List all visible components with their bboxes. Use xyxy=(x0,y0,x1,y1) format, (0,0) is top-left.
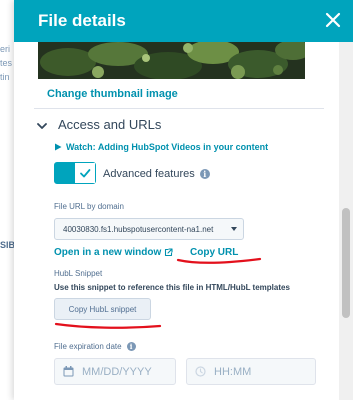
expiration-time-input[interactable]: HH:MM xyxy=(186,358,316,385)
expiration-label-text: File expiration date xyxy=(54,342,122,351)
info-icon[interactable]: i xyxy=(126,342,136,351)
background-text: SIB xyxy=(0,240,14,250)
advanced-features-text: Advanced features xyxy=(103,168,195,180)
time-placeholder: HH:MM xyxy=(214,365,252,378)
red-annotation-underline xyxy=(176,257,262,264)
close-icon[interactable] xyxy=(321,8,345,32)
section-heading: Access and URLs xyxy=(58,117,162,132)
panel-body: Change thumbnail image Access and URLs W… xyxy=(14,42,339,400)
advanced-features-toggle[interactable] xyxy=(54,162,96,184)
checkmark-icon xyxy=(75,163,95,183)
chevron-down-icon xyxy=(36,119,48,131)
open-new-window-link[interactable]: Open in a new window xyxy=(54,247,173,258)
video-thumbnail xyxy=(38,42,305,79)
advanced-features-label: Advanced features i xyxy=(103,168,210,180)
copy-hubl-snippet-button[interactable]: Copy HubL snippet xyxy=(54,298,151,320)
expiration-date-input[interactable]: MM/DD/YYYY xyxy=(54,358,176,385)
divider xyxy=(34,108,324,109)
background-page: eri tes tin SIB xyxy=(0,0,14,400)
red-annotation-underline xyxy=(54,322,162,329)
open-new-window-label: Open in a new window xyxy=(54,247,162,258)
panel-header: File details xyxy=(14,0,353,42)
domain-select[interactable]: 40030830.fs1.hubspotusercontent-na1.net xyxy=(54,218,244,240)
external-link-icon xyxy=(164,248,173,257)
background-text: tin xyxy=(0,72,10,82)
change-thumbnail-link[interactable]: Change thumbnail image xyxy=(47,88,178,100)
panel-title: File details xyxy=(38,11,126,30)
file-url-label: File URL by domain xyxy=(54,202,124,211)
domain-select-value: 40030830.fs1.hubspotusercontent-na1.net xyxy=(63,224,214,234)
calendar-icon xyxy=(63,366,74,377)
clock-icon xyxy=(195,366,206,377)
file-details-panel: File details Change thumbnail image Acce… xyxy=(14,0,353,400)
scrollbar-thumb[interactable] xyxy=(342,208,350,318)
background-text: tes xyxy=(0,58,13,68)
play-icon xyxy=(54,143,62,151)
expiration-label: File expiration date i xyxy=(54,342,136,351)
access-urls-accordion-header[interactable]: Access and URLs xyxy=(36,117,161,132)
watch-video-link[interactable]: Watch: Adding HubSpot Videos in your con… xyxy=(54,142,268,152)
hubl-description: Use this snippet to reference this file … xyxy=(54,283,290,292)
panel-scrollbar[interactable] xyxy=(339,42,353,400)
date-placeholder: MM/DD/YYYY xyxy=(82,365,152,378)
hubl-snippet-label: HubL Snippet xyxy=(54,269,103,278)
toggle-on-track xyxy=(55,163,75,183)
background-text: eri xyxy=(0,44,11,54)
info-icon[interactable]: i xyxy=(199,169,210,179)
caret-down-icon xyxy=(231,227,237,231)
watch-video-label: Watch: Adding HubSpot Videos in your con… xyxy=(66,142,269,152)
